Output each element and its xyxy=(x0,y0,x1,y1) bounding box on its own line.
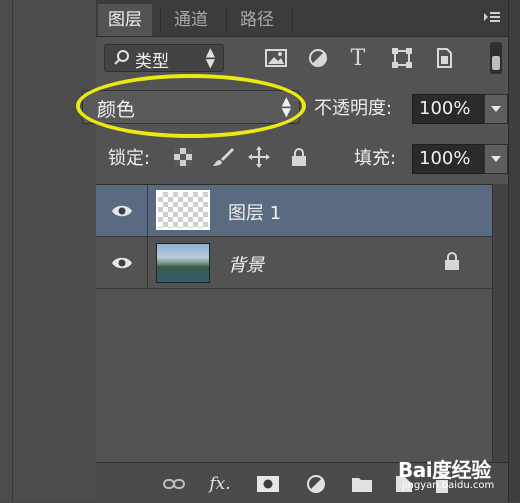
watermark-url: jingyan.baidu.com xyxy=(402,480,495,491)
tab-paths[interactable]: 路径 xyxy=(230,4,284,36)
search-icon xyxy=(113,49,131,67)
layer-name[interactable]: 图层 1 xyxy=(228,199,281,225)
workspace-seam xyxy=(12,0,13,502)
opacity-input[interactable]: 100% xyxy=(412,94,486,124)
layer-thumbnail[interactable] xyxy=(156,190,210,230)
lock-image-pixels-icon[interactable] xyxy=(212,146,234,168)
left-workspace-edge xyxy=(0,0,97,502)
baidu-jingyan-watermark: Bai度经验 jingyan.baidu.com xyxy=(398,450,516,498)
layer-row[interactable]: 背景 xyxy=(96,237,492,289)
layers-panel: 图层 通道 路径 类型 ▲ ▼ T 颜色 ▲ ▼ 不透明度: 100% 锁定: … xyxy=(76,0,509,503)
eye-icon xyxy=(111,205,132,216)
filter-toggle-switch[interactable] xyxy=(490,42,502,74)
adjustment-filter-icon[interactable] xyxy=(306,46,330,70)
lock-all-icon[interactable] xyxy=(288,146,310,168)
lock-transparent-pixels-icon[interactable] xyxy=(172,146,194,168)
layer-row[interactable]: 图层 1 xyxy=(96,185,492,237)
smart-object-filter-icon[interactable] xyxy=(432,46,456,70)
workspace-right-edge xyxy=(508,0,520,502)
annotation-ellipse xyxy=(76,74,306,138)
shape-filter-icon[interactable] xyxy=(390,46,414,70)
tab-separator xyxy=(292,8,293,32)
panel-tab-bar: 图层 通道 路径 xyxy=(96,0,508,37)
chevron-down-icon xyxy=(491,106,501,112)
opacity-label: 不透明度: xyxy=(314,98,393,119)
tab-layers[interactable]: 图层 xyxy=(98,4,152,36)
fill-label: 填充: xyxy=(354,148,397,169)
adjustment-layer-icon[interactable] xyxy=(304,473,328,495)
lock-icon xyxy=(444,251,460,275)
filter-kind-label: 类型 xyxy=(135,52,169,72)
tab-separator xyxy=(226,8,227,32)
layer-name[interactable]: 背景 xyxy=(228,251,264,277)
image-filter-icon[interactable] xyxy=(264,46,288,70)
tab-channels[interactable]: 通道 xyxy=(164,4,218,36)
lock-label: 锁定: xyxy=(108,148,151,169)
fx-icon[interactable]: fx. xyxy=(208,473,232,495)
eye-icon xyxy=(111,257,132,268)
panel-menu-icon[interactable] xyxy=(482,10,502,28)
layers-scrollbar[interactable] xyxy=(492,184,509,462)
layer-thumbnail[interactable] xyxy=(156,243,210,283)
watermark-logo: Bai度经验 xyxy=(398,458,491,482)
layer-visibility-toggle[interactable] xyxy=(96,185,148,236)
tab-separator xyxy=(160,8,161,32)
layers-list: 图层 1 背景 xyxy=(96,184,492,463)
layer-visibility-toggle[interactable] xyxy=(96,237,148,288)
add-mask-icon[interactable] xyxy=(256,473,280,495)
filter-kind-select[interactable]: 类型 ▲ ▼ xyxy=(104,44,224,72)
fill-input[interactable]: 100% xyxy=(412,144,486,174)
lock-position-icon[interactable] xyxy=(248,146,270,168)
type-filter-icon[interactable]: T xyxy=(346,46,370,71)
fill-dropdown-button[interactable] xyxy=(484,144,508,174)
opacity-dropdown-button[interactable] xyxy=(484,94,508,124)
select-arrows-icon: ▲ ▼ xyxy=(205,45,215,70)
link-layers-icon[interactable] xyxy=(162,473,186,495)
new-group-icon[interactable] xyxy=(350,473,374,495)
chevron-down-icon xyxy=(491,156,501,162)
